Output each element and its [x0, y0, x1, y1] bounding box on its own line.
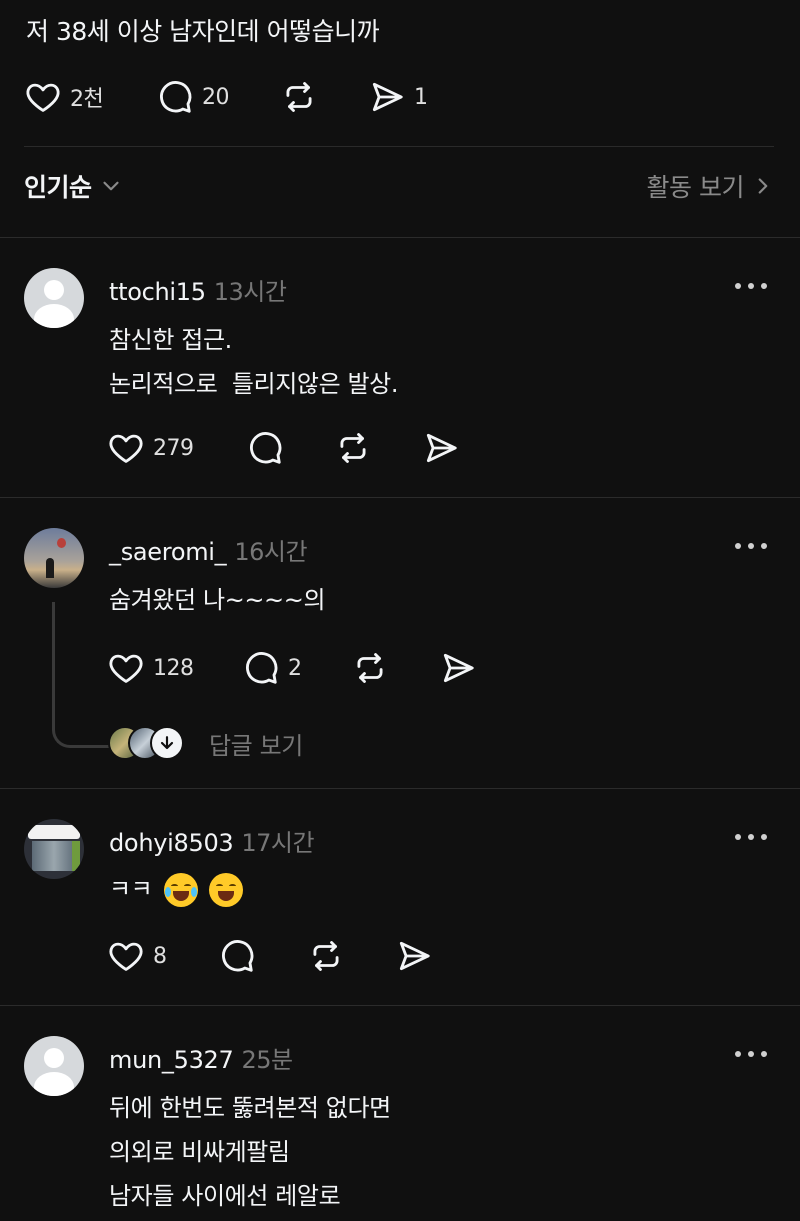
view-activity-button[interactable]: 활동 보기: [647, 168, 774, 204]
post-actions: 2천 20 1: [24, 78, 784, 116]
comment-meta: dohyi8503 17시간: [109, 823, 315, 858]
username[interactable]: dohyi8503: [109, 829, 234, 857]
chevron-down-icon: [102, 181, 119, 191]
repost-icon: [313, 941, 339, 971]
sort-bar: 인기순 활동 보기: [24, 168, 774, 218]
comment-icon: [222, 940, 254, 972]
repost-icon: [286, 82, 312, 112]
like-count: 128: [153, 655, 194, 681]
comment-text-body: ㅋㅋ: [109, 875, 153, 903]
share-count: 1: [414, 84, 428, 110]
reply-button[interactable]: [218, 936, 256, 976]
like-button[interactable]: 128: [107, 648, 194, 688]
comment-count: 20: [202, 84, 230, 110]
view-activity-label: 활동 보기: [646, 173, 745, 202]
arrow-down-icon: [160, 736, 174, 750]
more-options-button[interactable]: [735, 825, 767, 849]
sort-dropdown[interactable]: 인기순: [24, 168, 124, 204]
avatar[interactable]: [24, 819, 84, 879]
comment-text: ㅋㅋ: [109, 869, 243, 907]
comment-meta: mun_5327 25분: [109, 1040, 293, 1075]
like-button[interactable]: 2천: [24, 78, 104, 116]
avatar[interactable]: [24, 1036, 84, 1096]
avatar[interactable]: [24, 528, 84, 588]
like-count: 2천: [70, 87, 104, 112]
comment-item: mun_5327 25분 뒤에 한번도 뚫려본적 없다면 의외로 비싸게팔림 남…: [0, 1006, 800, 1221]
heart-icon: [109, 942, 143, 971]
comment-item: dohyi8503 17시간 ㅋㅋ 8: [0, 789, 800, 1005]
reply-count: 2: [288, 655, 302, 681]
comment-meta: ttochi15 13시간: [109, 272, 287, 307]
grinning-squinting-emoji-icon: [208, 873, 243, 907]
comment-text: 의외로 비싸게팔림: [109, 1138, 290, 1166]
avatar[interactable]: [24, 268, 84, 328]
chevron-right-icon: [758, 178, 768, 194]
reply-avatars[interactable]: [108, 726, 188, 760]
more-options-button[interactable]: [735, 274, 767, 298]
timestamp: 25분: [241, 1046, 293, 1074]
share-button[interactable]: [422, 428, 460, 468]
like-count: 8: [153, 943, 167, 969]
comment-button[interactable]: 20: [156, 78, 230, 116]
share-button[interactable]: 1: [368, 78, 428, 116]
repost-icon: [357, 653, 383, 683]
share-button[interactable]: [395, 936, 433, 976]
timestamp: 16시간: [234, 538, 308, 566]
timestamp: 13시간: [213, 278, 287, 306]
like-count: 279: [153, 435, 194, 461]
username[interactable]: _saeromi_: [109, 538, 227, 566]
comment-actions: 279: [107, 428, 707, 468]
repost-button[interactable]: [307, 936, 345, 976]
reply-button[interactable]: 2: [242, 648, 302, 688]
repost-button[interactable]: [334, 428, 372, 468]
tears-of-joy-emoji-icon: [163, 873, 198, 907]
comment-actions: 8: [107, 936, 707, 976]
comment-item: ttochi15 13시간 참신한 접근. 논리적으로 틀리지않은 발상. 27…: [0, 238, 800, 496]
more-options-button[interactable]: [735, 534, 767, 558]
heart-icon: [109, 434, 143, 463]
repost-icon: [340, 433, 366, 463]
comment-text: 뒤에 한번도 뚫려본적 없다면: [109, 1094, 391, 1122]
comment-text: 논리적으로 틀리지않은 발상.: [109, 370, 399, 398]
username[interactable]: ttochi15: [109, 278, 206, 306]
comment-text: 남자들 사이에선 레알로: [109, 1182, 341, 1210]
username[interactable]: mun_5327: [109, 1046, 234, 1074]
like-button[interactable]: 279: [107, 428, 194, 468]
send-icon: [399, 941, 430, 971]
view-replies-link[interactable]: 답글 보기: [209, 726, 303, 761]
share-button[interactable]: [439, 648, 477, 688]
comment-text: 참신한 접근.: [109, 326, 232, 354]
comment-icon: [250, 432, 282, 464]
reply-button[interactable]: [246, 428, 284, 468]
expand-replies-button[interactable]: [150, 726, 184, 760]
comment-icon: [246, 652, 278, 684]
divider: [24, 146, 774, 147]
comment-actions: 128 2: [107, 648, 707, 688]
thread-line: [52, 602, 110, 748]
comment-meta: _saeromi_ 16시간: [109, 532, 308, 567]
more-options-button[interactable]: [735, 1042, 767, 1066]
heart-icon: [109, 654, 143, 683]
repost-button[interactable]: [351, 648, 389, 688]
like-button[interactable]: 8: [107, 936, 167, 976]
sort-label: 인기순: [24, 173, 92, 202]
comment-icon: [160, 81, 192, 113]
heart-icon: [26, 83, 60, 112]
post-text: 저 38세 이상 남자인데 어떻습니까: [26, 17, 380, 46]
comment-text: 숨겨왔던 나~~~~의: [109, 586, 326, 614]
send-icon: [426, 433, 457, 463]
send-icon: [443, 653, 474, 683]
repost-button[interactable]: [280, 78, 318, 116]
timestamp: 17시간: [241, 829, 315, 857]
send-icon: [372, 82, 403, 112]
